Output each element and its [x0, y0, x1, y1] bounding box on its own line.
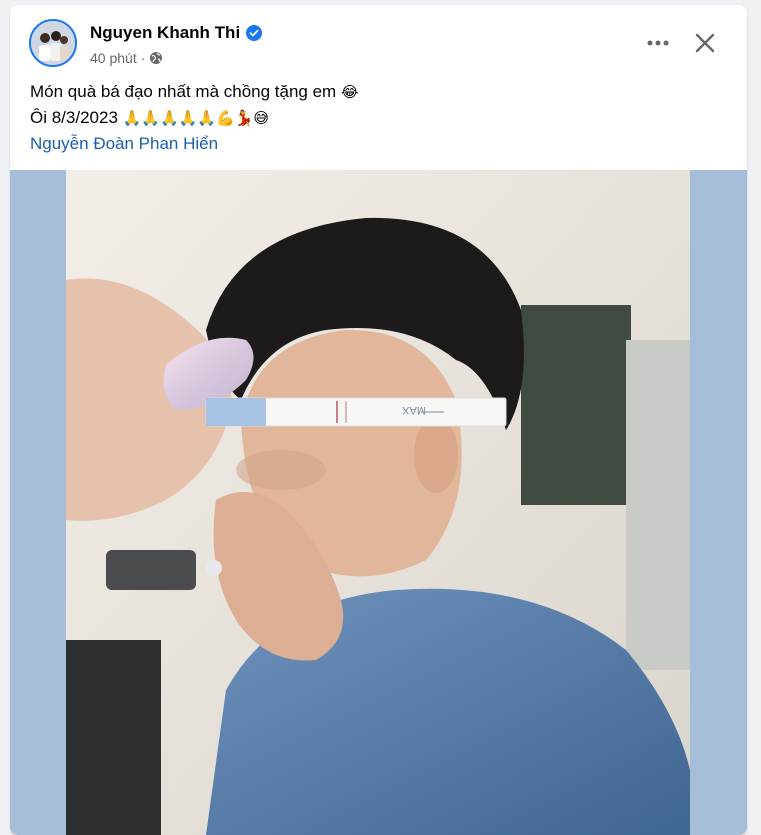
post-photo-container[interactable]: MAX [10, 170, 747, 835]
post-text-caption: Món quà bá đạo nhất mà chồng tặng em [30, 82, 337, 101]
close-icon [695, 33, 715, 53]
laughing-emoji: 😂 [340, 83, 359, 101]
post-text-line-1: Món quà bá đạo nhất mà chồng tặng em 😂 [30, 79, 730, 105]
more-options-icon [647, 40, 669, 46]
post-text-date: Ôi 8/3/2023 [30, 108, 118, 127]
post-photo[interactable]: MAX [66, 170, 690, 835]
test-strip-label: MAX [402, 404, 427, 416]
post-text: Món quà bá đạo nhất mà chồng tặng em 😂 Ô… [30, 79, 730, 156]
post-meta: 40 phút · [90, 50, 163, 66]
post-text-line-2: Ôi 8/3/2023 🙏🙏🙏🙏🙏💪💃😅 [30, 105, 730, 131]
background-monitor [521, 305, 631, 505]
avatar-image [31, 21, 75, 65]
background-keyboard [66, 640, 161, 835]
emoji-sequence: 🙏🙏🙏🙏🙏💪💃😅 [122, 109, 270, 127]
post-text-line-3: Nguyễn Đoàn Phan Hiển [30, 131, 730, 156]
post-card: Nguyen Khanh Thi 40 phút · Món quà bá đạ… [10, 5, 747, 835]
author-name-row: Nguyen Khanh Thi [90, 23, 263, 43]
more-options-button[interactable] [644, 29, 672, 57]
post-header: Nguyen Khanh Thi 40 phút · [10, 5, 747, 75]
meta-separator: · [140, 50, 146, 66]
tagged-user-link[interactable]: Nguyễn Đoàn Phan Hiển [30, 134, 218, 153]
close-button[interactable] [691, 29, 719, 57]
verified-badge-icon [246, 25, 263, 41]
author-avatar[interactable] [29, 19, 77, 67]
author-name[interactable]: Nguyen Khanh Thi [90, 23, 240, 43]
globe-icon[interactable] [149, 51, 163, 65]
post-time[interactable]: 40 phút [90, 50, 137, 66]
